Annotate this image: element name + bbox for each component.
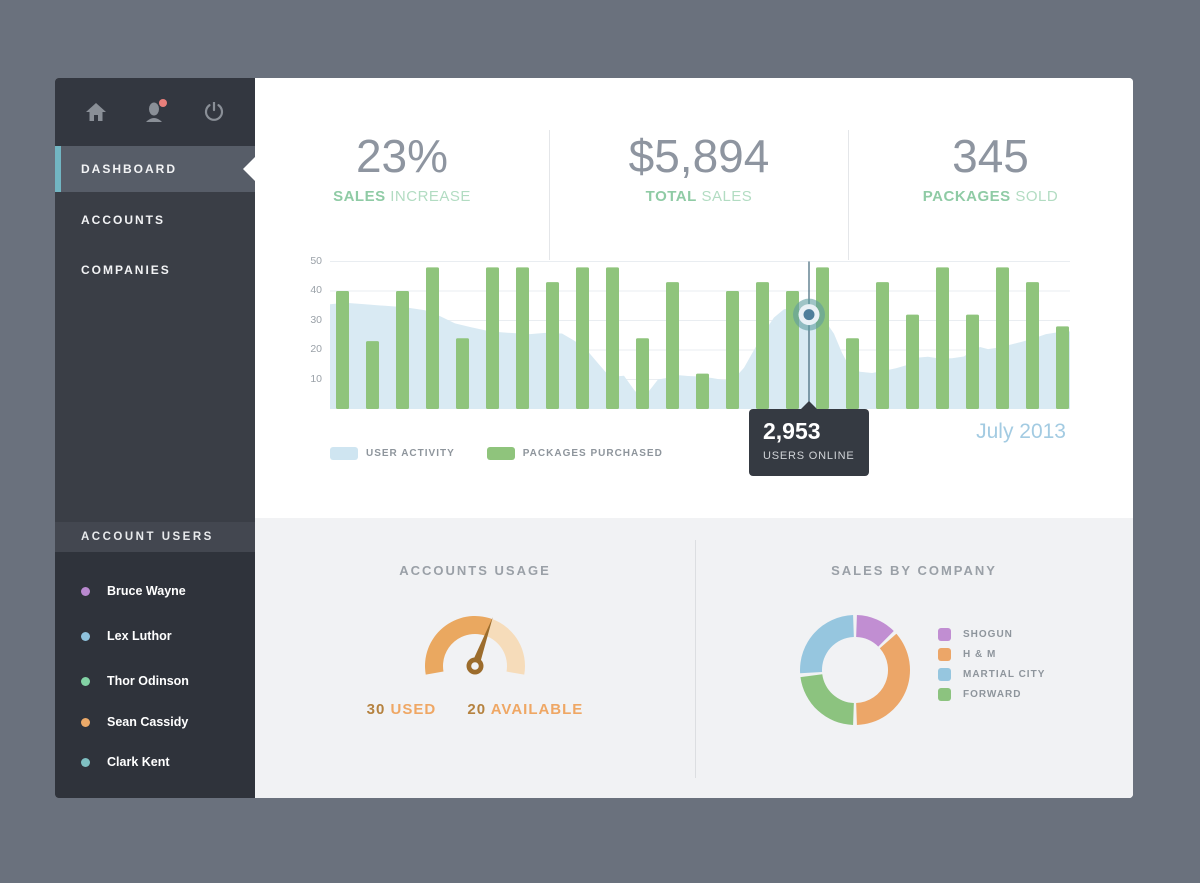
stat-label: SALES INCREASE [333,188,471,205]
user-name: Clark Kent [107,755,170,769]
power-icon[interactable] [201,99,227,125]
sidebar-item-label: ACCOUNTS [81,213,165,227]
legend-item: MARTIAL CITY [938,668,1045,681]
user-status-dot [81,718,90,727]
user-status-dot [81,758,90,767]
sidebar-item-label: COMPANIES [81,263,171,277]
y-tick-label: 20 [300,343,322,355]
tooltip-label: USERS ONLINE [763,450,855,462]
tooltip-arrow [801,401,817,409]
list-item[interactable]: Thor Odinson [55,669,255,693]
legend-label: H & M [963,649,996,660]
sidebar-item-companies[interactable]: COMPANIES [55,256,255,284]
user-name: Sean Cassidy [107,715,188,729]
account-users-title: ACCOUNT USERS [81,531,214,543]
sidebar-item-accounts[interactable]: ACCOUNTS [55,206,255,234]
donut-legend: SHOGUN H & M MARTIAL CITY FORWARD [938,628,1045,708]
legend-swatch [938,668,951,681]
account-users-header: ACCOUNT USERS [55,522,255,552]
users-online-tooltip: 2,953 USERS ONLINE [749,409,869,476]
stat-label: TOTAL SALES [646,188,753,205]
legend-label: USER ACTIVITY [366,448,455,459]
legend-item: FORWARD [938,688,1045,701]
legend-swatch [938,628,951,641]
user-status-dot [81,677,90,686]
y-tick-label: 40 [300,284,322,296]
combo-chart-svg[interactable] [330,258,1070,409]
list-item[interactable]: Sean Cassidy [55,710,255,734]
stat-label-strong: SALES [333,188,386,205]
stat-value: $5,894 [629,132,770,180]
chart-legend: USER ACTIVITY PACKAGES PURCHASED [330,446,695,460]
gauge-used-value: 30 [367,701,386,718]
stat-total-sales: $5,894 TOTAL SALES [549,130,849,260]
user-name: Bruce Wayne [107,584,186,598]
legend-item: H & M [938,648,1045,661]
sidebar-iconbar [55,78,255,146]
user-icon[interactable] [142,99,168,125]
stat-label-light: SOLD [1015,188,1058,205]
list-item[interactable]: Bruce Wayne [55,579,255,603]
legend-swatch-user-activity [330,447,358,460]
activity-chart[interactable]: 1020304050 [330,258,1070,409]
period-label: July 2013 [976,420,1066,444]
list-item[interactable]: Clark Kent [55,750,255,774]
user-status-dot [81,587,90,596]
active-notch [243,157,255,181]
stat-label-light: SALES [701,188,752,205]
user-name: Lex Luthor [107,629,172,643]
accounts-usage-title: ACCOUNTS USAGE [255,563,695,578]
legend-swatch-packages-purchased [487,447,515,460]
stat-value: 23% [356,132,448,180]
stats-row: 23% SALES INCREASE $5,894 TOTAL SALES 34… [255,130,1133,260]
home-icon[interactable] [83,99,109,125]
stat-label-strong: PACKAGES [923,188,1011,205]
y-tick-label: 10 [300,373,322,385]
stat-label: PACKAGES SOLD [923,188,1058,205]
legend-item: SHOGUN [938,628,1045,641]
legend-label: SHOGUN [963,629,1013,640]
stat-packages-sold: 345 PACKAGES SOLD [849,130,1132,260]
gauge-available-value: 20 [467,701,486,718]
main-content: 23% SALES INCREASE $5,894 TOTAL SALES 34… [255,78,1133,798]
legend-label: FORWARD [963,689,1021,700]
list-item[interactable]: Lex Luthor [55,624,255,648]
accounts-usage-gauge [419,613,531,677]
legend-label: PACKAGES PURCHASED [523,448,663,459]
sidebar: DASHBOARD ACCOUNTS COMPANIES ACCOUNT USE… [55,78,255,798]
stat-label-light: INCREASE [390,188,471,205]
user-name: Thor Odinson [107,674,189,688]
stat-sales-increase: 23% SALES INCREASE [255,130,549,260]
app-window: DASHBOARD ACCOUNTS COMPANIES ACCOUNT USE… [55,78,1133,798]
gauge-labels: 30 USED 20 AVAILABLE [255,701,695,718]
sidebar-item-dashboard[interactable]: DASHBOARD [55,146,255,192]
sales-by-company-title: SALES BY COMPANY [695,563,1133,578]
stat-label-strong: TOTAL [646,188,697,205]
legend-swatch [938,648,951,661]
user-status-dot [81,632,90,641]
sidebar-item-label: DASHBOARD [81,162,177,176]
legend-swatch [938,688,951,701]
bottom-panels: ACCOUNTS USAGE 30 USED 20 AVAILABLE SALE… [255,518,1133,798]
stat-value: 345 [952,132,1029,180]
account-users-list: Bruce Wayne Lex Luthor Thor Odinson Sean… [55,552,255,798]
notification-dot [159,99,167,107]
gauge-used-label: USED [391,701,437,718]
tooltip-value: 2,953 [763,418,821,445]
gauge-available-label: AVAILABLE [491,701,584,718]
y-tick-label: 50 [300,255,322,267]
legend-label: MARTIAL CITY [963,669,1045,680]
y-tick-label: 30 [300,314,322,326]
sales-donut-chart [798,613,912,727]
active-accent-bar [55,146,61,192]
